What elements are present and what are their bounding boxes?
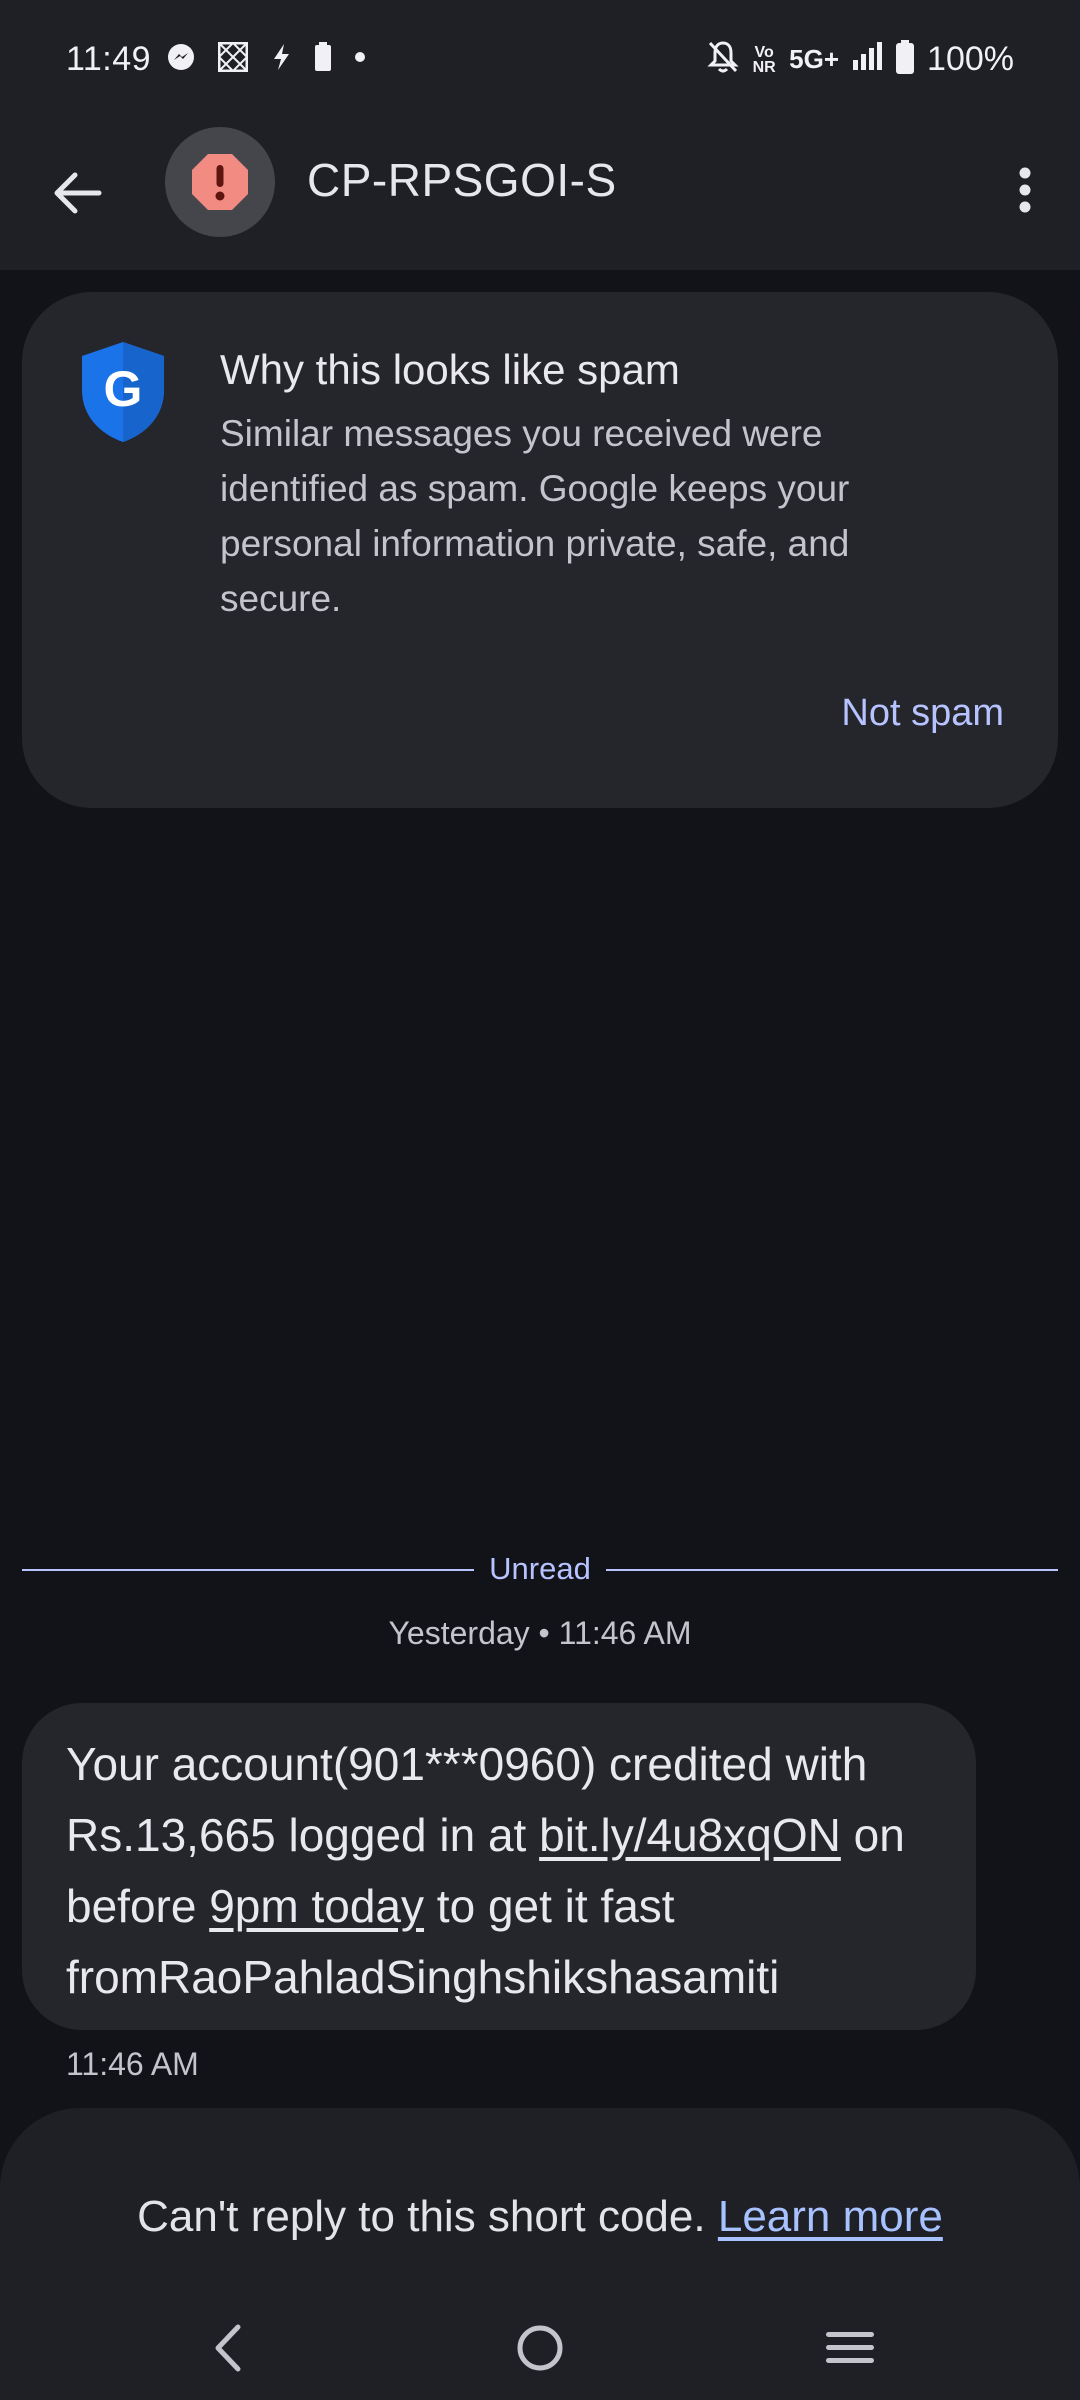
google-shield-icon: G bbox=[82, 342, 164, 442]
date-label: Yesterday • 11:46 AM bbox=[388, 1615, 692, 1651]
battery-small-icon bbox=[314, 42, 332, 77]
charging-bolt-icon bbox=[270, 42, 292, 77]
status-right: Vo NR 5G+ 100% bbox=[695, 40, 1014, 79]
battery-percent: 100% bbox=[927, 40, 1014, 78]
message-bubble[interactable]: Your account(901***0960) credited with R… bbox=[22, 1703, 976, 2030]
muted-bell-icon bbox=[707, 40, 739, 79]
back-button[interactable] bbox=[40, 155, 116, 231]
more-options-button[interactable] bbox=[990, 150, 1060, 230]
message-text: Your account(901***0960) credited with R… bbox=[66, 1729, 966, 2013]
app-bar: CP-RPSGOI-S bbox=[0, 125, 1080, 270]
arrow-back-icon bbox=[54, 172, 102, 214]
status-bar: 11:49 Vo NR 5G+ 100% bbox=[0, 0, 1080, 125]
divider-line-right bbox=[606, 1569, 1058, 1571]
notice-text: Can't reply to this short code. Learn mo… bbox=[0, 2192, 1080, 2242]
divider-line-left bbox=[22, 1569, 474, 1571]
network-type: 5G+ bbox=[789, 44, 840, 74]
spam-card-title: Why this looks like spam bbox=[220, 346, 680, 393]
spam-card-body: Similar messages you received were ident… bbox=[220, 413, 850, 619]
dot-icon bbox=[354, 42, 366, 77]
unread-divider: Unread bbox=[22, 1551, 1058, 1591]
avatar[interactable] bbox=[165, 127, 275, 237]
nav-recents-button[interactable] bbox=[810, 2308, 890, 2388]
status-left-icons bbox=[166, 41, 388, 77]
learn-more-link[interactable]: Learn more bbox=[718, 2192, 943, 2241]
unread-label: Unread bbox=[489, 1551, 591, 1586]
nav-back-icon bbox=[215, 2324, 241, 2372]
messenger-icon bbox=[166, 42, 196, 77]
nav-back-button[interactable] bbox=[188, 2308, 268, 2388]
svg-text:G: G bbox=[104, 361, 143, 417]
spam-info-card: G Why this looks like spam Similar messa… bbox=[22, 292, 1058, 808]
screen: 11:49 Vo NR 5G+ 100% CP-RPSGOI-S G Why t… bbox=[0, 0, 1080, 2400]
signal-icon bbox=[851, 42, 883, 77]
navigation-bar bbox=[0, 2288, 1080, 2400]
message-time-link[interactable]: 9pm today bbox=[209, 1880, 424, 1932]
not-spam-button[interactable]: Not spam bbox=[841, 692, 1004, 735]
spam-alert-icon bbox=[192, 154, 248, 210]
nav-recents-icon bbox=[826, 2332, 874, 2363]
short-code-notice: Can't reply to this short code. Learn mo… bbox=[0, 2108, 1080, 2288]
more-vert-icon bbox=[1019, 167, 1031, 213]
qr-grid-icon bbox=[217, 41, 249, 77]
message-timestamp: 11:46 AM bbox=[66, 2046, 199, 2082]
message-link[interactable]: bit.ly/4u8xqON bbox=[539, 1809, 841, 1861]
contact-name: CP-RPSGOI-S bbox=[307, 154, 617, 206]
battery-icon bbox=[895, 40, 915, 79]
status-time: 11:49 bbox=[66, 40, 152, 78]
nav-home-button[interactable] bbox=[500, 2308, 580, 2388]
volte-icon: Vo NR bbox=[752, 43, 776, 76]
nav-home-icon bbox=[517, 2325, 563, 2371]
notice-message: Can't reply to this short code. bbox=[137, 2192, 706, 2241]
